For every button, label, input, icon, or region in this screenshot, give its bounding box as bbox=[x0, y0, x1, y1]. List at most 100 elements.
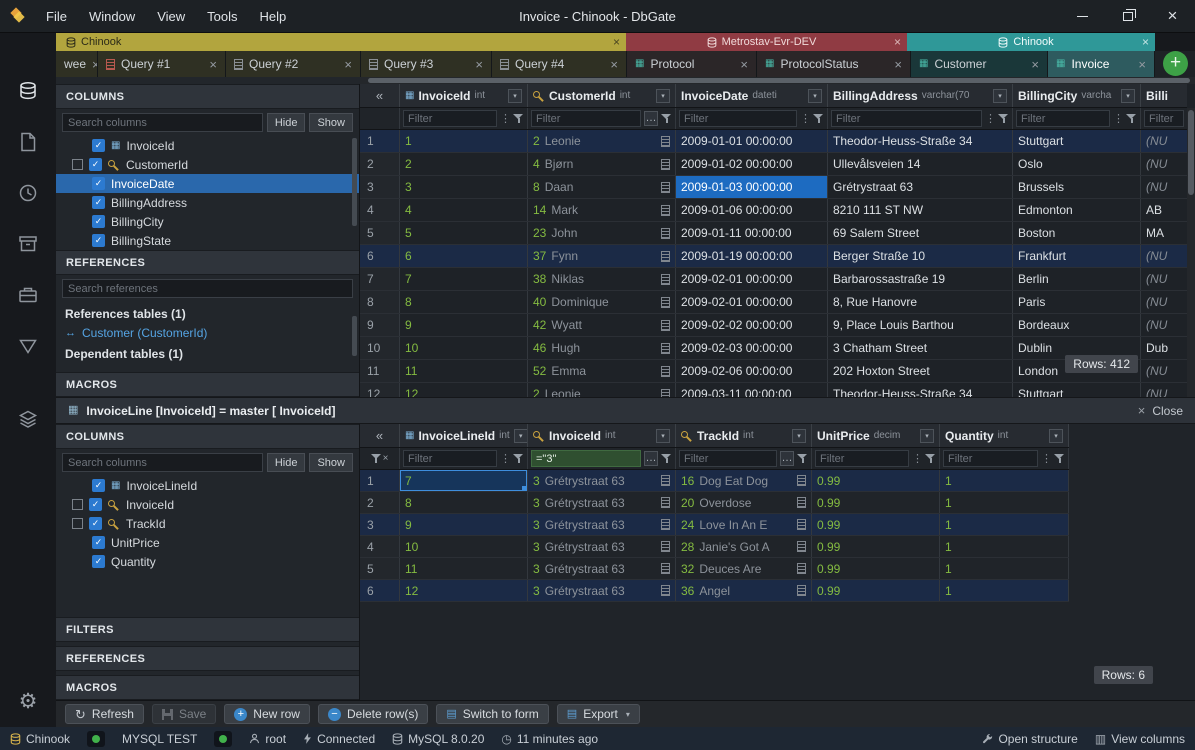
tab-wee[interactable]: wee× bbox=[56, 51, 98, 77]
checkbox-checked[interactable]: ✓ bbox=[89, 498, 102, 511]
expand-icon[interactable] bbox=[72, 518, 83, 529]
open-reference-icon[interactable] bbox=[661, 343, 670, 354]
column-menu-button[interactable]: ▾ bbox=[1049, 429, 1063, 443]
checkbox-checked[interactable]: ✓ bbox=[92, 479, 105, 492]
table-row[interactable]: 6 12 3Grétrystraat 63 36Angel 0.99 1 bbox=[360, 580, 1069, 602]
restore-button[interactable] bbox=[1105, 0, 1150, 32]
row-number[interactable]: 5 bbox=[360, 222, 400, 244]
cell-invoiceid[interactable]: 1 bbox=[400, 130, 528, 152]
open-reference-icon[interactable] bbox=[661, 182, 670, 193]
filter-input[interactable] bbox=[679, 110, 797, 127]
filters-section-header[interactable]: FILTERS bbox=[56, 617, 359, 642]
table-row[interactable]: 9 9 42Wyatt 2009-02-02 00:00:00 9, Place… bbox=[360, 314, 1187, 337]
archive-icon[interactable] bbox=[16, 232, 40, 256]
filter-menu-icon[interactable]: ⋮ bbox=[500, 452, 510, 465]
tab-query-2[interactable]: Query #2× bbox=[226, 51, 361, 77]
open-reference-icon[interactable] bbox=[661, 274, 670, 285]
checkbox-checked[interactable]: ✓ bbox=[92, 177, 105, 190]
column-menu-button[interactable]: ▾ bbox=[514, 429, 528, 443]
cell-quantity[interactable]: 1 bbox=[940, 558, 1069, 579]
cell-billingcity[interactable]: Brussels bbox=[1013, 176, 1141, 198]
menu-window[interactable]: Window bbox=[78, 9, 146, 24]
columns-section-header[interactable]: COLUMNS bbox=[56, 84, 359, 109]
filter-input[interactable] bbox=[531, 110, 641, 127]
open-reference-icon[interactable] bbox=[661, 297, 670, 308]
cell-invoicelineid[interactable]: 11 bbox=[400, 558, 528, 579]
menu-file[interactable]: File bbox=[35, 9, 78, 24]
cell-customerid[interactable]: 42Wyatt bbox=[528, 314, 676, 336]
column-header-customerid[interactable]: CustomerIdint▾ bbox=[528, 84, 676, 107]
horizontal-scrollbar[interactable] bbox=[360, 77, 1195, 84]
columns-section-header[interactable]: COLUMNS bbox=[56, 424, 359, 449]
tab-invoice[interactable]: ▦Invoice× bbox=[1048, 51, 1155, 77]
close-group-icon[interactable]: × bbox=[1142, 35, 1149, 49]
apps-icon[interactable] bbox=[16, 283, 40, 307]
cell-invoicelineid[interactable]: 9 bbox=[400, 514, 528, 535]
cell-invoicedate[interactable]: 2009-01-06 00:00:00 bbox=[676, 199, 828, 221]
cell-quantity[interactable]: 1 bbox=[940, 580, 1069, 601]
open-reference-icon[interactable] bbox=[797, 519, 806, 530]
cell-customerid[interactable]: 4Bjørn bbox=[528, 153, 676, 175]
show-button[interactable]: Show bbox=[309, 453, 353, 472]
table-row[interactable]: 6 6 37Fynn 2009-01-19 00:00:00 Berger St… bbox=[360, 245, 1187, 268]
cell-invoicelineid[interactable]: 10 bbox=[400, 536, 528, 557]
show-button[interactable]: Show bbox=[309, 113, 353, 132]
column-header-billingcity[interactable]: BillingCityvarcha▾ bbox=[1013, 84, 1141, 107]
open-reference-icon[interactable] bbox=[661, 159, 670, 170]
row-number[interactable]: 10 bbox=[360, 337, 400, 359]
row-number[interactable]: 4 bbox=[360, 536, 400, 557]
scrollbar-thumb[interactable] bbox=[368, 78, 1190, 83]
column-header-billingstate[interactable]: Billi bbox=[1141, 84, 1187, 107]
column-item-invoiceid[interactable]: ✓▦InvoiceId bbox=[56, 136, 359, 155]
cell-invoicedate[interactable]: 2009-02-03 00:00:00 bbox=[676, 337, 828, 359]
minimize-button[interactable] bbox=[1060, 0, 1105, 32]
cell-invoiceid[interactable]: 4 bbox=[400, 199, 528, 221]
files-icon[interactable] bbox=[16, 130, 40, 154]
filter-menu-icon[interactable]: ⋮ bbox=[1113, 112, 1123, 125]
close-group-icon[interactable]: × bbox=[613, 35, 620, 49]
cell-billingstate[interactable]: Dub bbox=[1141, 337, 1187, 359]
cell-invoicedate-selected[interactable]: 2009-01-03 00:00:00 bbox=[676, 176, 828, 198]
open-reference-icon[interactable] bbox=[797, 585, 806, 596]
funnel-icon[interactable] bbox=[661, 453, 672, 464]
scrollbar-thumb[interactable] bbox=[1188, 110, 1194, 195]
cell-trackid[interactable]: 16Dog Eat Dog bbox=[676, 470, 812, 491]
row-number[interactable]: 2 bbox=[360, 492, 400, 513]
column-menu-button[interactable]: ▾ bbox=[920, 429, 934, 443]
cell-invoiceid[interactable]: 3Grétrystraat 63 bbox=[528, 492, 676, 513]
cell-billingstate[interactable]: (NU bbox=[1141, 245, 1187, 267]
cell-trackid[interactable]: 28Janie's Got A bbox=[676, 536, 812, 557]
open-reference-icon[interactable] bbox=[661, 475, 670, 486]
open-reference-icon[interactable] bbox=[661, 136, 670, 147]
open-reference-icon[interactable] bbox=[661, 563, 670, 574]
cell-unitprice[interactable]: 0.99 bbox=[812, 470, 940, 491]
cell-customerid[interactable]: 52Emma bbox=[528, 360, 676, 382]
cell-quantity[interactable]: 1 bbox=[940, 470, 1069, 491]
table-row[interactable]: 3 9 3Grétrystraat 63 24Love In An E 0.99… bbox=[360, 514, 1069, 536]
close-tab-icon[interactable]: × bbox=[344, 57, 352, 72]
menu-view[interactable]: View bbox=[146, 9, 196, 24]
cell-unitprice[interactable]: 0.99 bbox=[812, 580, 940, 601]
cell-billingcity[interactable]: Berlin bbox=[1013, 268, 1141, 290]
open-reference-icon[interactable] bbox=[661, 519, 670, 530]
cell-invoiceid[interactable]: 3Grétrystraat 63 bbox=[528, 514, 676, 535]
cell-invoiceid[interactable]: 3 bbox=[400, 176, 528, 198]
cell-customerid[interactable]: 8Daan bbox=[528, 176, 676, 198]
cell-billingaddress[interactable]: 8, Rue Hanovre bbox=[828, 291, 1013, 313]
column-item-billingcity[interactable]: ✓BillingCity bbox=[56, 212, 359, 231]
cell-billingaddress[interactable]: Ullevålsveien 14 bbox=[828, 153, 1013, 175]
export-button[interactable]: ▤Export▾ bbox=[557, 704, 640, 724]
clear-filters-button[interactable]: × bbox=[360, 448, 400, 469]
funnel-icon[interactable] bbox=[998, 113, 1009, 124]
tab-protocol[interactable]: ▦Protocol× bbox=[627, 51, 757, 77]
macros-section-header[interactable]: MACROS bbox=[56, 675, 359, 700]
filter-input[interactable] bbox=[679, 450, 777, 467]
column-header-quantity[interactable]: Quantityint▾ bbox=[940, 424, 1069, 447]
open-reference-icon[interactable] bbox=[661, 541, 670, 552]
column-item-invoicedate[interactable]: ✓InvoiceDate bbox=[56, 174, 359, 193]
table-row[interactable]: 10 10 46Hugh 2009-02-03 00:00:00 3 Chath… bbox=[360, 337, 1187, 360]
cell-unitprice[interactable]: 0.99 bbox=[812, 536, 940, 557]
cell-invoicedate[interactable]: 2009-01-02 00:00:00 bbox=[676, 153, 828, 175]
cell-invoiceid[interactable]: 6 bbox=[400, 245, 528, 267]
checkbox-checked[interactable]: ✓ bbox=[92, 555, 105, 568]
